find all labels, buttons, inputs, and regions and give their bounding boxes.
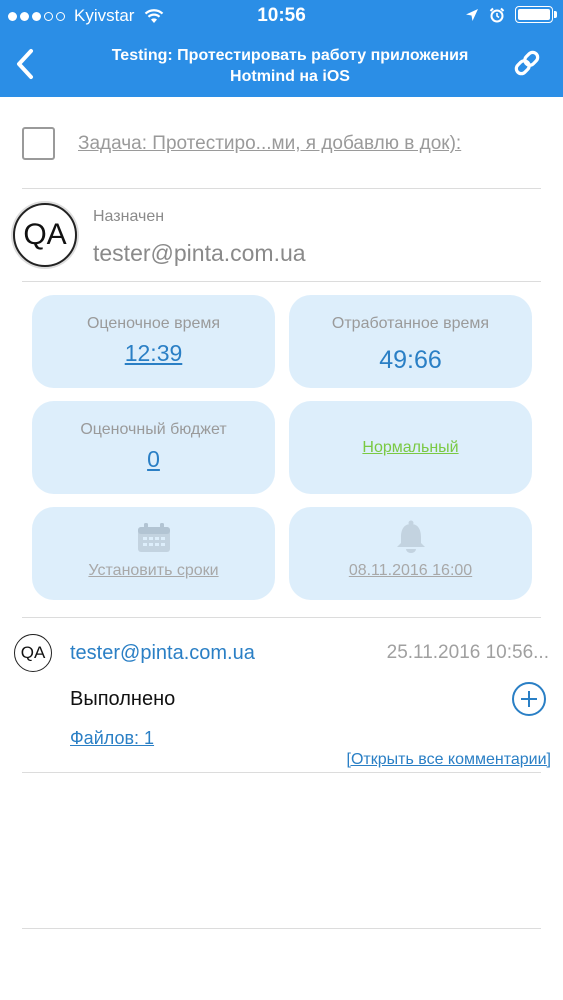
estimated-time-value[interactable]: 12:39 xyxy=(32,340,275,367)
back-button[interactable] xyxy=(8,44,42,84)
reminder-date[interactable]: 08.11.2016 16:00 xyxy=(289,562,532,580)
estimated-time-card[interactable]: Оценочное время 12:39 xyxy=(32,295,275,388)
comment-avatar[interactable]: QA xyxy=(14,634,52,672)
assignee-email[interactable]: tester@pinta.com.ua xyxy=(93,240,306,267)
worked-time-card[interactable]: Отработанное время 49:66 xyxy=(289,295,532,388)
divider xyxy=(22,281,541,282)
status-bar: Kyivstar 10:56 xyxy=(0,0,563,32)
page-title-line2: Hotmind на iOS xyxy=(230,68,350,85)
alarm-icon xyxy=(489,7,505,22)
status-right xyxy=(465,6,557,23)
divider xyxy=(22,772,541,773)
comment-author[interactable]: tester@pinta.com.ua xyxy=(70,642,255,665)
reminder-card[interactable]: 08.11.2016 16:00 xyxy=(289,507,532,600)
divider xyxy=(22,617,541,618)
battery-icon xyxy=(515,6,557,23)
page-title: Testing: Протестировать работу приложени… xyxy=(80,45,500,87)
estimated-budget-label: Оценочный бюджет xyxy=(80,421,227,438)
divider xyxy=(22,928,541,929)
worked-time-label: Отработанное время xyxy=(331,315,490,332)
files-link[interactable]: Файлов: 1 xyxy=(70,728,154,749)
calendar-icon xyxy=(137,523,170,552)
task-checkbox[interactable] xyxy=(22,127,55,160)
comment-text: Выполнено xyxy=(70,688,176,710)
link-icon xyxy=(514,50,540,76)
open-all-comments-link[interactable]: [Открыть все комментарии] xyxy=(347,751,551,769)
chevron-left-icon xyxy=(17,49,33,79)
plus-icon xyxy=(521,691,537,707)
comment-date: 25.11.2016 10:56... xyxy=(386,642,549,663)
estimated-budget-card[interactable]: Оценочный бюджет 0 xyxy=(32,401,275,494)
page-title-line1: Testing: Протестировать работу приложени… xyxy=(111,47,469,64)
priority-card[interactable]: Нормальный xyxy=(289,401,532,494)
deadline-card[interactable]: Установить сроки xyxy=(32,507,275,600)
location-icon xyxy=(466,8,478,21)
link-button[interactable] xyxy=(511,47,543,79)
divider xyxy=(22,188,541,189)
app-header: Kyivstar 10:56 Testing: Протестировать р… xyxy=(0,0,563,97)
add-comment-button[interactable] xyxy=(512,682,546,716)
estimated-time-label: Оценочное время xyxy=(86,315,221,332)
task-title-link[interactable]: Задача: Протестиро...ми, я добавлю в док… xyxy=(78,133,461,155)
bell-icon xyxy=(396,520,425,553)
worked-time-value: 49:66 xyxy=(379,346,442,374)
priority-value[interactable]: Нормальный xyxy=(289,439,532,457)
assigned-label: Назначен xyxy=(93,208,165,225)
deadline-label[interactable]: Установить сроки xyxy=(32,562,275,580)
assignee-avatar[interactable]: QA xyxy=(13,203,77,267)
estimated-budget-value[interactable]: 0 xyxy=(32,446,275,473)
